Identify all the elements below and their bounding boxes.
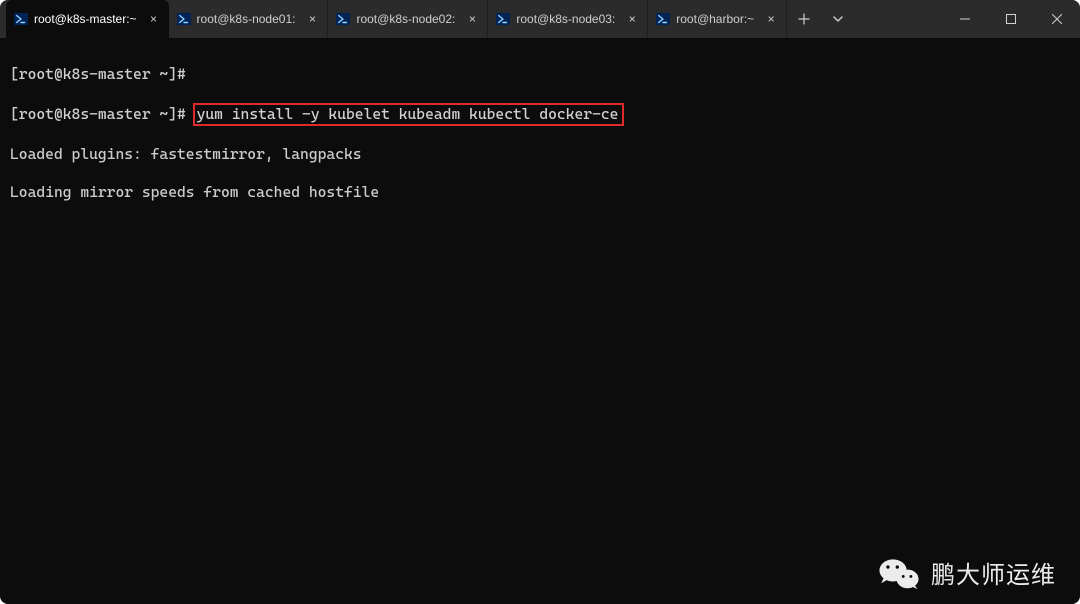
tab-label: root@k8s-node03: — [516, 12, 615, 26]
tab-close-button[interactable]: × — [625, 12, 639, 26]
tab-k8s-node02[interactable]: root@k8s-node02: × — [328, 0, 488, 38]
powershell-icon — [336, 12, 350, 26]
powershell-icon — [656, 12, 670, 26]
watermark-text: 鹏大师运维 — [931, 555, 1056, 590]
tab-label: root@harbor:~ — [676, 12, 754, 26]
powershell-icon — [14, 12, 28, 26]
tab-label: root@k8s-master:~ — [34, 12, 137, 26]
tab-k8s-node01[interactable]: root@k8s-node01: × — [169, 0, 329, 38]
maximize-icon — [1006, 14, 1016, 24]
tab-close-button[interactable]: × — [764, 12, 778, 26]
powershell-icon — [177, 12, 191, 26]
tab-k8s-node03[interactable]: root@k8s-node03: × — [488, 0, 648, 38]
maximize-button[interactable] — [988, 0, 1034, 38]
shell-prompt: [root@k8s-master ~]# — [10, 65, 186, 83]
minimize-button[interactable] — [942, 0, 988, 38]
shell-command: yum install -y kubelet kubeadm kubectl d… — [197, 105, 619, 123]
tab-close-button[interactable]: × — [465, 12, 479, 26]
terminal-body[interactable]: [root@k8s-master ~]# [root@k8s-master ~]… — [0, 38, 1080, 248]
terminal-output-line: Loading mirror speeds from cached hostfi… — [10, 183, 1070, 202]
titlebar-drag-region[interactable] — [855, 0, 942, 38]
new-tab-button[interactable] — [787, 0, 821, 38]
wechat-icon — [877, 556, 921, 590]
tab-harbor[interactable]: root@harbor:~ × — [648, 0, 787, 38]
shell-prompt: [root@k8s-master ~]# — [10, 105, 186, 123]
terminal-window: root@k8s-master:~ × root@k8s-node01: × — [0, 0, 1080, 604]
tab-close-button[interactable]: × — [147, 12, 161, 26]
plus-icon — [798, 13, 810, 25]
tab-label: root@k8s-node02: — [356, 12, 455, 26]
close-window-button[interactable] — [1034, 0, 1080, 38]
powershell-icon — [496, 12, 510, 26]
tab-strip: root@k8s-master:~ × root@k8s-node01: × — [0, 0, 787, 38]
tab-label: root@k8s-node01: — [197, 12, 296, 26]
tab-k8s-master[interactable]: root@k8s-master:~ × — [6, 0, 169, 38]
chevron-down-icon — [832, 13, 844, 25]
window-controls — [942, 0, 1080, 38]
minimize-icon — [960, 14, 970, 24]
close-icon — [1052, 14, 1062, 24]
tab-close-button[interactable]: × — [305, 12, 319, 26]
title-bar: root@k8s-master:~ × root@k8s-node01: × — [0, 0, 1080, 38]
terminal-output-line: Loaded plugins: fastestmirror, langpacks — [10, 145, 1070, 164]
tab-dropdown-button[interactable] — [821, 0, 855, 38]
terminal-line: [root@k8s-master ~]# — [10, 65, 1070, 84]
terminal-line: [root@k8s-master ~]# yum install -y kube… — [10, 103, 1070, 126]
watermark: 鹏大师运维 — [877, 555, 1056, 590]
command-highlight: yum install -y kubelet kubeadm kubectl d… — [193, 103, 625, 126]
